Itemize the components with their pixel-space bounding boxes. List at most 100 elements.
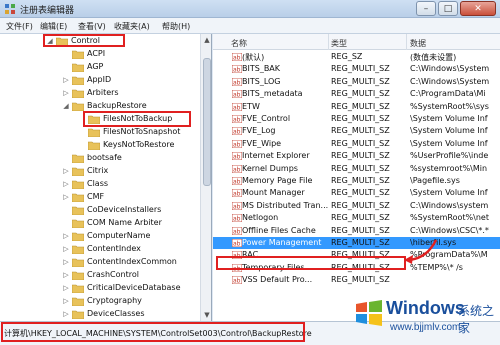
tree-item[interactable]: ▷ AppID: [0, 74, 200, 87]
tree-item[interactable]: ▷ Citrix: [0, 165, 200, 178]
column-data[interactable]: 数据: [410, 38, 426, 49]
tree-item-label: CoDeviceInstallers: [87, 205, 162, 214]
expand-toggle-icon[interactable]: ▷: [62, 308, 70, 321]
value-row[interactable]: ab (默认) REG_SZ (数值未设置): [213, 51, 500, 63]
value-type: REG_MULTI_SZ: [331, 213, 390, 223]
expand-toggle-icon[interactable]: ▷: [62, 269, 70, 282]
value-name: VSS Default Pro...: [242, 275, 313, 285]
tree-item[interactable]: ▷ CrashControl: [0, 269, 200, 282]
tree-item[interactable]: CoDeviceInstallers: [0, 204, 200, 217]
expand-toggle-icon[interactable]: ▷: [62, 243, 70, 256]
value-name: FVE_Log: [242, 126, 276, 136]
tree-item[interactable]: ▷ Cryptography: [0, 295, 200, 308]
value-row[interactable]: ab FVE_Wipe REG_MULTI_SZ \System Volume Inf: [213, 138, 500, 150]
folder-icon: [72, 297, 84, 306]
column-name[interactable]: 名称: [231, 38, 247, 49]
tree-item[interactable]: ▷ ComputerName: [0, 230, 200, 243]
maximize-button[interactable]: □: [438, 1, 458, 16]
tree-item[interactable]: ▷ DeviceClasses: [0, 308, 200, 321]
folder-icon: [88, 141, 100, 150]
tree-item[interactable]: ▷ Class: [0, 178, 200, 191]
menu-help[interactable]: 帮助(H): [162, 21, 190, 32]
expand-toggle-icon[interactable]: ▷: [62, 74, 70, 87]
tree-item[interactable]: ▷ ContentIndexCommon: [0, 256, 200, 269]
value-row[interactable]: ab FVE_Log REG_MULTI_SZ \System Volume Inf: [213, 125, 500, 137]
menu-file[interactable]: 文件(F): [6, 21, 33, 32]
value-type: REG_MULTI_SZ: [331, 188, 390, 198]
folder-icon: [72, 258, 84, 267]
tree-item[interactable]: ▷ CMF: [0, 191, 200, 204]
registry-tree[interactable]: ◢ Control ACPI AGP ▷ AppID ▷ Arbiters ◢ BackupRes…: [0, 34, 212, 321]
value-row[interactable]: ab BITS_BAK REG_MULTI_SZ C:\Windows\System: [213, 63, 500, 75]
value-data: (数值未设置): [410, 53, 457, 62]
expand-toggle-icon[interactable]: ▷: [62, 256, 70, 269]
expand-toggle-icon[interactable]: ▷: [62, 191, 70, 204]
tree-item-label: Citrix: [87, 166, 109, 175]
folder-icon: [72, 193, 84, 202]
string-value-icon: ab: [231, 188, 243, 198]
value-data: %SystemRoot%\net: [410, 213, 489, 223]
menu-view[interactable]: 查看(V): [78, 21, 106, 32]
tree-item[interactable]: ACPI: [0, 48, 200, 61]
tree-item[interactable]: FilesNotToSnapshot: [0, 126, 200, 139]
scroll-thumb[interactable]: [203, 58, 211, 186]
tree-item-label: BackupRestore: [87, 101, 147, 110]
menu-favorites[interactable]: 收藏夹(A): [114, 21, 150, 32]
value-row[interactable]: ab Internet Explorer REG_MULTI_SZ %UserProf…: [213, 150, 500, 162]
value-data: \Pagefile.sys: [410, 176, 460, 185]
expand-toggle-icon[interactable]: ▷: [62, 230, 70, 243]
value-row[interactable]: ab MS Distributed Tran... REG_MULTI_SZ C:\W…: [213, 200, 500, 212]
string-value-icon: ab: [231, 89, 243, 99]
minimize-button[interactable]: –: [416, 1, 436, 16]
value-row[interactable]: ab BITS_metadata REG_MULTI_SZ C:\ProgramDat…: [213, 88, 500, 100]
string-value-icon: ab: [231, 64, 243, 74]
tree-scrollbar[interactable]: ▲ ▼: [200, 34, 211, 321]
values-pane[interactable]: 名称 类型 数据 ab (默认) REG_SZ (数值未设置) ab BITS_BAK RE…: [213, 34, 500, 321]
tree-item[interactable]: ▷ Arbiters: [0, 87, 200, 100]
expand-toggle-icon[interactable]: ▷: [62, 282, 70, 295]
tree-item[interactable]: COM Name Arbiter: [0, 217, 200, 230]
tree-item-label: FilesNotToSnapshot: [103, 127, 181, 136]
tree-item[interactable]: KeysNotToRestore: [0, 139, 200, 152]
svg-text:ab: ab: [233, 79, 241, 86]
tree-item[interactable]: bootsafe: [0, 152, 200, 165]
expand-toggle-icon[interactable]: ▷: [62, 165, 70, 178]
column-type[interactable]: 类型: [331, 38, 347, 49]
value-row[interactable]: ab Kernel Dumps REG_MULTI_SZ %systemroot%\M…: [213, 163, 500, 175]
close-button[interactable]: ✕: [460, 1, 496, 16]
value-type: REG_MULTI_SZ: [331, 163, 390, 173]
value-row[interactable]: ab Mount Manager REG_MULTI_SZ \System Volum…: [213, 187, 500, 199]
string-value-icon: ab: [231, 114, 243, 124]
value-name: BITS_metadata: [242, 89, 303, 99]
expand-toggle-icon[interactable]: ◢: [62, 100, 70, 113]
value-row[interactable]: ab Netlogon REG_MULTI_SZ %SystemRoot%\net: [213, 212, 500, 224]
value-row[interactable]: ab Power Management REG_MULTI_SZ \hiberfil.…: [213, 237, 500, 249]
expand-toggle-icon[interactable]: ▷: [62, 295, 70, 308]
svg-text:ab: ab: [233, 191, 241, 198]
scroll-up-icon[interactable]: ▲: [201, 34, 211, 46]
tree-item-label: Cryptography: [87, 296, 142, 305]
value-name: Power Management: [242, 238, 322, 247]
title-bar: 注册表编辑器 – □ ✕: [0, 0, 500, 18]
folder-icon: [72, 310, 84, 319]
tree-item[interactable]: ▷ ContentIndex: [0, 243, 200, 256]
scroll-down-icon[interactable]: ▼: [201, 309, 211, 321]
expand-toggle-icon[interactable]: ▷: [62, 178, 70, 191]
value-row[interactable]: ab ETW REG_MULTI_SZ %SystemRoot%\sys: [213, 101, 500, 113]
value-name: Netlogon: [242, 213, 279, 223]
value-row[interactable]: ab Offline Files Cache REG_MULTI_SZ C:\Wind…: [213, 225, 500, 237]
string-value-icon: ab: [231, 176, 243, 186]
value-row[interactable]: ab FVE_Control REG_MULTI_SZ \System Volume …: [213, 113, 500, 125]
window-controls: – □ ✕: [416, 1, 496, 16]
tree-item[interactable]: AGP: [0, 61, 200, 74]
tree-item-label: CMF: [87, 192, 105, 201]
tree-item[interactable]: ▷ CriticalDeviceDatabase: [0, 282, 200, 295]
value-row[interactable]: ab BITS_LOG REG_MULTI_SZ C:\Windows\System: [213, 76, 500, 88]
tree-item-label: COM Name Arbiter: [87, 218, 162, 227]
value-row[interactable]: ab VSS Default Pro... REG_MULTI_SZ: [213, 274, 500, 286]
value-row[interactable]: ab Memory Page File REG_MULTI_SZ \Pagefile.…: [213, 175, 500, 187]
menu-edit[interactable]: 编辑(E): [40, 21, 67, 32]
expand-toggle-icon[interactable]: ▷: [62, 87, 70, 100]
tree-item-label: AppID: [87, 75, 112, 84]
